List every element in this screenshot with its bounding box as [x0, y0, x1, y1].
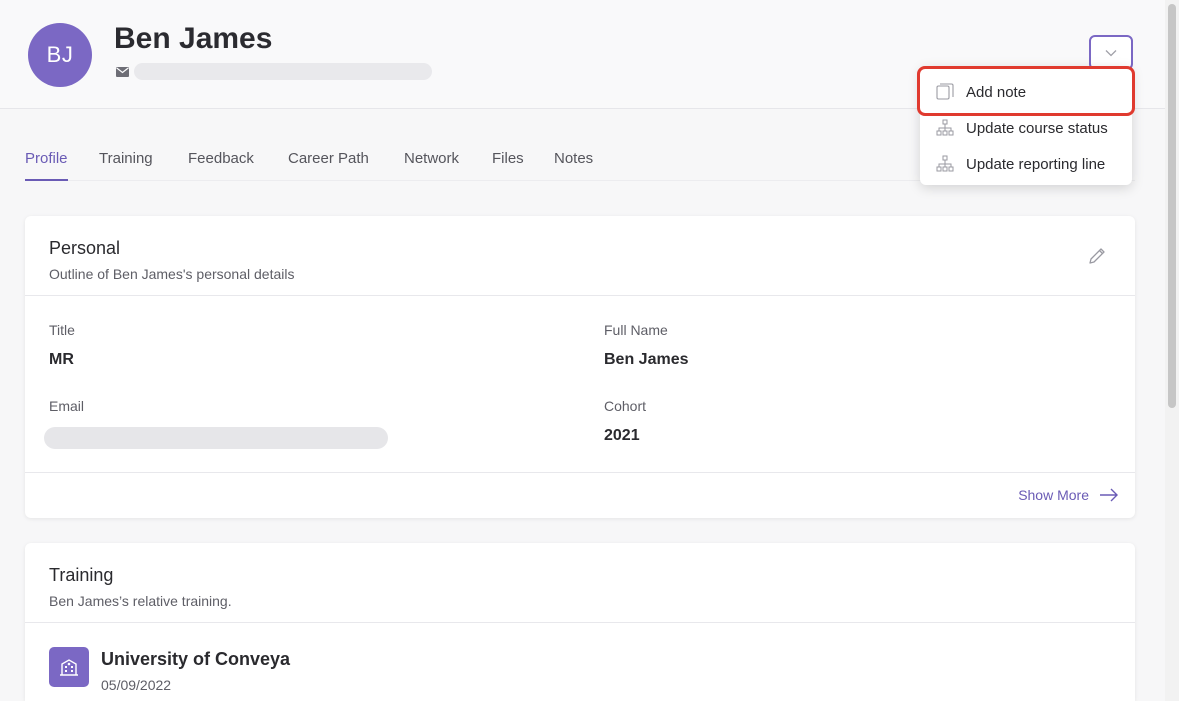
scrollbar[interactable]: [1165, 0, 1179, 701]
mail-icon: [116, 67, 129, 77]
tab-profile[interactable]: Profile: [25, 150, 68, 181]
fullname-value: Ben James: [604, 351, 689, 368]
show-more-label: Show More: [1018, 487, 1089, 503]
personal-card-subtitle: Outline of Ben James's personal details: [49, 266, 295, 282]
menu-item-label: Update reporting line: [966, 155, 1106, 173]
scrollbar-thumb[interactable]: [1168, 4, 1176, 408]
tab-feedback[interactable]: Feedback: [188, 150, 254, 179]
arrow-right-icon: [1100, 488, 1118, 502]
show-more-link[interactable]: Show More: [1018, 487, 1119, 503]
training-item-date: 05/09/2022: [101, 677, 172, 693]
cohort-value: 2021: [604, 427, 640, 444]
divider: [25, 622, 1135, 623]
profile-name: Ben James: [114, 22, 273, 55]
hierarchy-icon: [936, 119, 954, 137]
tab-files[interactable]: Files: [492, 150, 524, 179]
title-label: Title: [49, 322, 75, 338]
divider: [25, 472, 1135, 473]
tab-training[interactable]: Training: [99, 150, 153, 179]
divider: [25, 295, 1135, 296]
training-item-name[interactable]: University of Conveya: [101, 649, 290, 670]
actions-dropdown-button[interactable]: [1089, 35, 1133, 70]
menu-item-label: Update course status: [966, 119, 1108, 137]
hierarchy-icon: [936, 155, 954, 173]
tab-network[interactable]: Network: [404, 150, 459, 179]
avatar-initials: BJ: [46, 42, 74, 67]
training-card-title: Training: [49, 565, 114, 585]
email-redacted: [134, 63, 432, 80]
title-value: MR: [49, 351, 74, 368]
chevron-down-icon: [1105, 49, 1117, 56]
cohort-label: Cohort: [604, 398, 647, 414]
training-card: Training Ben James’s relative training. …: [25, 543, 1135, 701]
highlight-box: [917, 66, 1135, 116]
tab-career-path[interactable]: Career Path: [288, 150, 369, 179]
personal-card: Personal Outline of Ben James's personal…: [25, 216, 1135, 518]
tab-notes[interactable]: Notes: [554, 150, 593, 179]
personal-card-title: Personal: [49, 238, 121, 258]
email-label: Email: [49, 398, 85, 414]
training-card-subtitle: Ben James’s relative training.: [49, 593, 232, 609]
avatar: BJ: [28, 23, 92, 87]
university-icon: [49, 647, 89, 687]
email-value-redacted: [44, 427, 388, 449]
menu-item-update-reporting-line[interactable]: Update reporting line: [920, 146, 1132, 182]
pencil-icon[interactable]: [1087, 246, 1107, 266]
fullname-label: Full Name: [604, 322, 668, 338]
